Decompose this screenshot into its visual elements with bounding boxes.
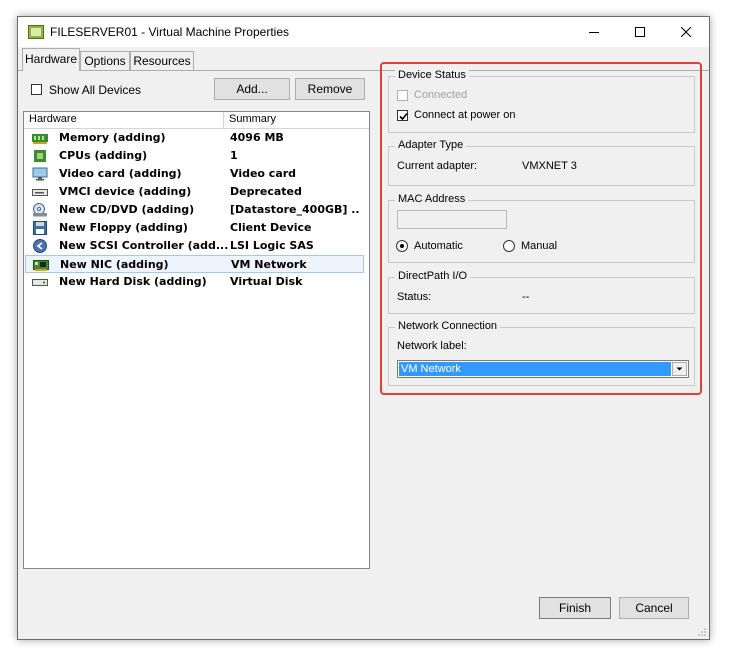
hardware-row-scsi-controller[interactable]: New SCSI Controller (add... LSI Logic SA… <box>25 237 364 255</box>
hardware-summary: Client Device <box>230 221 312 234</box>
tab-hardware-label: Hardware <box>24 52 78 66</box>
hardware-name: VMCI device (adding) <box>59 185 192 198</box>
connect-at-power-on-label: Connect at power on <box>414 109 516 121</box>
tab-resources-label: Resources <box>133 54 191 68</box>
connected-checkbox[interactable] <box>397 90 408 101</box>
hardware-name: New CD/DVD (adding) <box>59 203 195 216</box>
hardware-row-hard-disk[interactable]: New Hard Disk (adding) Virtual Disk <box>25 273 364 291</box>
remove-device-button[interactable]: Remove <box>295 78 365 100</box>
hardware-name: New Hard Disk (adding) <box>59 275 207 288</box>
hardware-name: Memory (adding) <box>59 131 166 144</box>
cancel-button[interactable]: Cancel <box>619 597 689 619</box>
floppy-icon <box>32 221 48 235</box>
network-connection-title: Network Connection <box>395 320 501 332</box>
device-status-group: Device Status Connected Connect at power… <box>388 69 695 133</box>
network-label-selected: VM Network <box>399 362 671 376</box>
hardware-row-nic[interactable]: New NIC (adding) VM Network <box>25 255 364 273</box>
connected-label: Connected <box>414 89 468 101</box>
mac-automatic-radio[interactable] <box>396 240 408 252</box>
memory-icon <box>32 131 48 145</box>
title-bar[interactable]: FILESERVER01 - Virtual Machine Propertie… <box>18 17 709 47</box>
directpath-title: DirectPath I/O <box>395 270 471 282</box>
hardware-summary: [Datastore_400GB] ... <box>230 203 360 216</box>
show-all-devices-checkbox[interactable] <box>31 84 42 95</box>
hardware-row-floppy[interactable]: New Floppy (adding) Client Device <box>25 219 364 237</box>
hardware-row-video-card[interactable]: Video card (adding) Video card <box>25 165 364 183</box>
hardware-name: New NIC (adding) <box>60 258 169 271</box>
adapter-type-title: Adapter Type <box>395 139 467 151</box>
maximize-button[interactable] <box>617 17 663 47</box>
chevron-down-icon <box>676 367 683 371</box>
directpath-group: DirectPath I/O Status: -- <box>388 270 695 314</box>
close-button[interactable] <box>663 17 709 47</box>
vmci-device-icon <box>32 185 48 199</box>
close-icon <box>681 27 691 37</box>
hardware-summary: VM Network <box>231 258 307 271</box>
minimize-button[interactable] <box>571 17 617 47</box>
maximize-icon <box>635 27 645 37</box>
window-title: FILESERVER01 - Virtual Machine Propertie… <box>50 25 289 39</box>
hardware-summary: Video card <box>230 167 297 180</box>
add-device-button[interactable]: Add... <box>214 78 290 100</box>
mac-automatic-label: Automatic <box>414 240 463 252</box>
cpu-icon <box>32 149 48 163</box>
column-header-hardware[interactable]: Hardware <box>24 112 224 128</box>
tab-hardware[interactable]: Hardware <box>22 48 80 71</box>
tab-options[interactable]: Options <box>80 51 130 70</box>
directpath-status-label: Status: <box>397 291 432 303</box>
connect-at-power-on-checkbox[interactable] <box>397 110 408 121</box>
hardware-name: CPUs (adding) <box>59 149 148 162</box>
monitor-icon <box>32 167 48 181</box>
tab-options-label: Options <box>84 54 126 68</box>
network-connection-group: Network Connection Network label: VM Net… <box>388 320 695 386</box>
network-label-dropdown[interactable]: VM Network <box>397 360 689 378</box>
current-adapter-value: VMXNET 3 <box>522 160 577 172</box>
dropdown-arrow-button[interactable] <box>672 362 687 376</box>
hardware-summary: 1 <box>230 149 238 162</box>
hardware-summary: Virtual Disk <box>230 275 303 288</box>
network-label-caption: Network label: <box>397 340 467 352</box>
minimize-icon <box>589 32 599 33</box>
hardware-summary: LSI Logic SAS <box>230 239 314 252</box>
hardware-summary: Deprecated <box>230 185 302 198</box>
mac-manual-label: Manual <box>521 240 558 252</box>
hardware-summary: 4096 MB <box>230 131 284 144</box>
current-adapter-label: Current adapter: <box>397 160 478 172</box>
hard-disk-icon <box>32 275 48 289</box>
scsi-controller-icon <box>32 239 48 253</box>
mac-manual-radio[interactable] <box>503 240 515 252</box>
mac-address-field <box>397 210 507 229</box>
hardware-name: New Floppy (adding) <box>59 221 188 234</box>
cd-dvd-icon <box>32 203 48 217</box>
directpath-status-value: -- <box>522 291 530 303</box>
resize-grip-icon[interactable] <box>697 627 707 637</box>
vm-properties-window: FILESERVER01 - Virtual Machine Propertie… <box>17 16 710 640</box>
hardware-row-cpus[interactable]: CPUs (adding) 1 <box>25 147 364 165</box>
hardware-name: New SCSI Controller (add... <box>59 239 229 252</box>
network-card-icon <box>33 258 49 272</box>
tab-resources[interactable]: Resources <box>130 51 194 70</box>
mac-address-group: MAC Address Automatic Manual <box>388 193 695 263</box>
adapter-type-group: Adapter Type Current adapter: VMXNET 3 <box>388 139 695 186</box>
vsphere-app-icon <box>28 25 44 39</box>
hardware-row-vmci-device[interactable]: VMCI device (adding) Deprecated <box>25 183 364 201</box>
hardware-list-header: Hardware Summary <box>24 112 369 129</box>
hardware-row-cd-dvd[interactable]: New CD/DVD (adding) [Datastore_400GB] ..… <box>25 201 364 219</box>
checkmark-icon <box>399 112 408 121</box>
hardware-name: Video card (adding) <box>59 167 182 180</box>
hardware-list[interactable]: Hardware Summary Memory (adding) 4096 MB… <box>23 111 370 569</box>
show-all-devices-label: Show All Devices <box>49 83 142 97</box>
finish-button[interactable]: Finish <box>539 597 611 619</box>
mac-address-title: MAC Address <box>395 193 469 205</box>
device-status-title: Device Status <box>395 69 469 81</box>
hardware-row-memory[interactable]: Memory (adding) 4096 MB <box>25 129 364 147</box>
column-header-summary[interactable]: Summary <box>224 112 364 128</box>
